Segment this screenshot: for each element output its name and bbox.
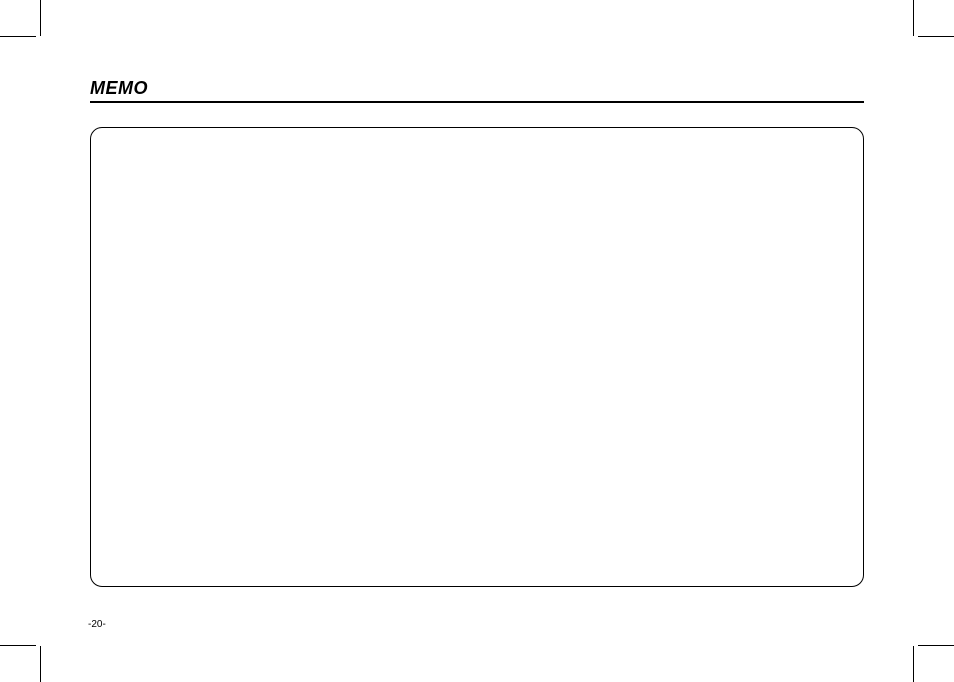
memo-box bbox=[90, 127, 864, 587]
crop-mark bbox=[0, 645, 36, 646]
crop-mark bbox=[40, 646, 41, 682]
crop-mark bbox=[913, 0, 914, 36]
crop-mark bbox=[40, 0, 41, 36]
section-title: MEMO bbox=[90, 78, 864, 101]
crop-mark bbox=[918, 36, 954, 37]
title-underline bbox=[90, 101, 864, 103]
crop-mark bbox=[0, 36, 36, 37]
crop-mark bbox=[913, 646, 914, 682]
crop-mark bbox=[918, 645, 954, 646]
page-number: -20- bbox=[88, 619, 106, 630]
page-content: MEMO bbox=[90, 78, 864, 622]
